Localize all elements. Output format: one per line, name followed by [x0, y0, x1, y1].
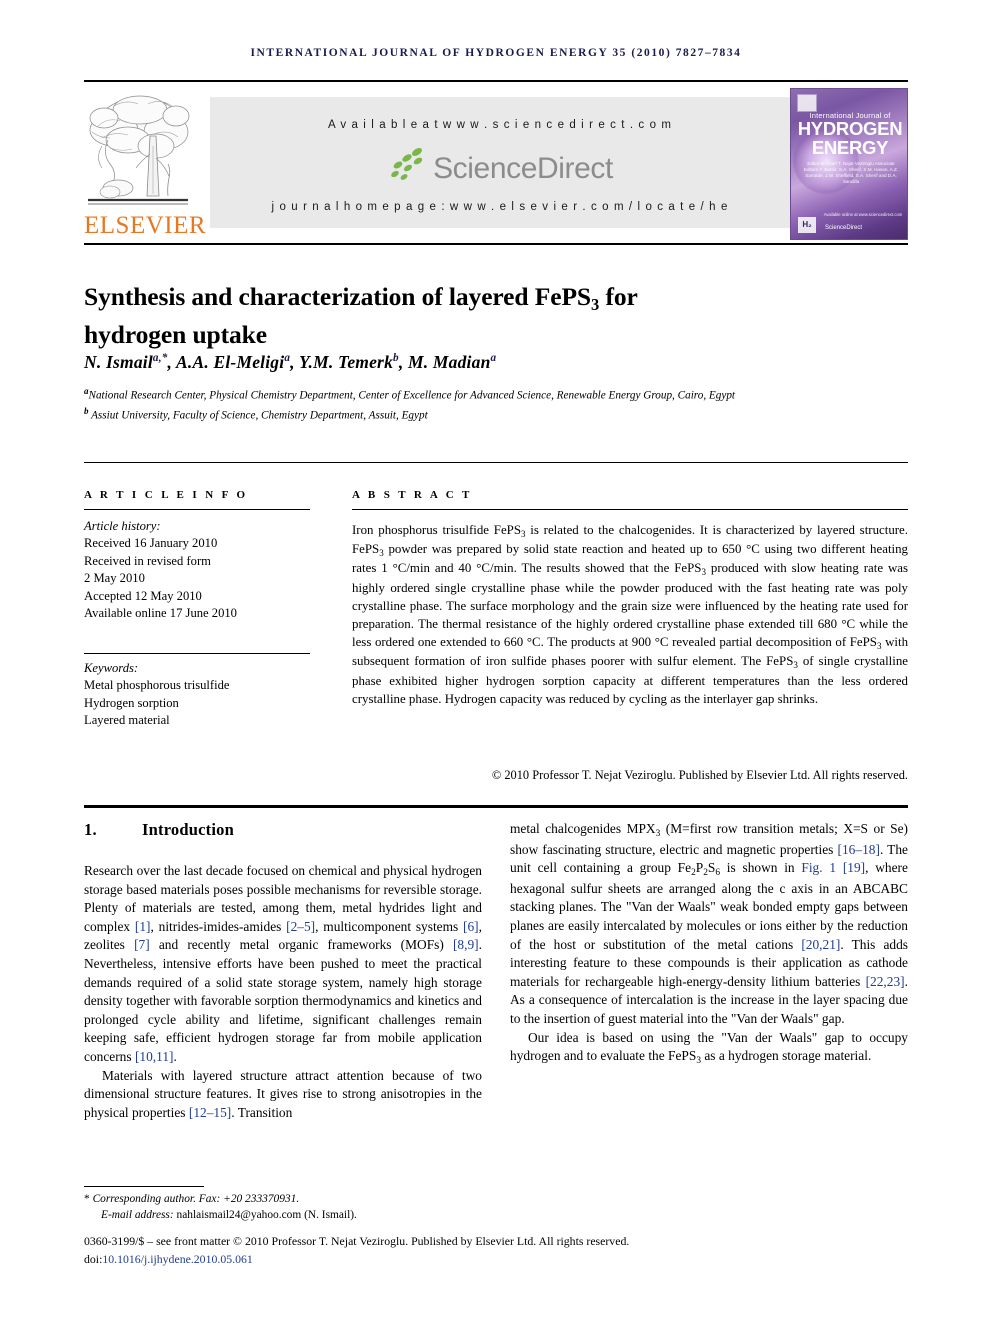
imprint-line: 0360-3199/$ – see front matter © 2010 Pr…	[84, 1234, 630, 1248]
email-line: E-mail address: nahlaismail24@yahoo.com …	[84, 1207, 504, 1223]
author-name: N. Ismail	[84, 352, 153, 372]
article-history-line: Received 16 January 2010	[84, 536, 218, 551]
section-title: Introduction	[142, 820, 234, 839]
author-affiliation-marker: a	[284, 352, 291, 365]
paragraph: Research over the last decade focused on…	[84, 863, 482, 1064]
article-history-heading: Article history:	[84, 519, 161, 533]
body-top-rule	[84, 805, 908, 808]
title-part2: hydrogen uptake	[84, 320, 267, 350]
keywords-rule	[84, 653, 310, 654]
cover-title-line2: ENERGY	[811, 137, 889, 158]
author-item[interactable]: Y.M. Temerkb	[299, 352, 399, 372]
masthead-top-rule	[84, 80, 908, 82]
running-head: International Journal of Hydrogen Energy…	[250, 47, 742, 59]
abstract-sub: 3	[521, 529, 526, 539]
journal-cover-thumbnail: International Journal of HYDROGEN ENERGY…	[790, 88, 908, 240]
journal-article-page: International Journal of Hydrogen Energy…	[0, 0, 992, 1323]
affiliation-marker: b	[84, 406, 89, 417]
imprint-block: 0360-3199/$ – see front matter © 2010 Pr…	[84, 1232, 908, 1268]
abstract-text: Iron phosphorus trisulfide FePS3 is rela…	[352, 521, 908, 708]
article-history-line: 2 May 2010	[84, 571, 145, 586]
email-label: E-mail address:	[101, 1209, 174, 1221]
article-info-rule	[84, 509, 310, 510]
abstract-copyright: © 2010 Professor T. Nejat Veziroglu. Pub…	[491, 768, 908, 782]
title-subscript: 3	[591, 295, 600, 315]
abstract-sub: 3	[876, 641, 882, 652]
keyword-item[interactable]: Layered material	[84, 712, 320, 729]
available-at-text: A v a i l a b l e a t w w w . s c i e n …	[327, 119, 673, 131]
elsevier-wordmark: ELSEVIER	[84, 212, 207, 239]
sciencedirect-logo[interactable]: ScienceDirect	[210, 147, 790, 191]
affiliation-item: b Assiut University, Faculty of Science,…	[84, 404, 908, 424]
masthead-bottom-rule	[84, 243, 908, 245]
article-history-line: Available online 17 June 2010	[84, 606, 237, 621]
affiliation-item: aNational Research Center, Physical Chem…	[84, 384, 908, 404]
cover-title: HYDROGEN ENERGY	[791, 118, 907, 158]
body-column-right: metal chalcogenides MPX3 (M=first row tr…	[510, 820, 908, 1068]
author-item[interactable]: N. Ismaila,*	[84, 352, 168, 372]
author-list: N. Ismaila,*, A.A. El-Meligia, Y.M. Teme…	[84, 352, 497, 372]
author-item[interactable]: M. Madiana	[408, 352, 496, 372]
author-affiliation-marker: a,*	[152, 352, 168, 365]
doi-link[interactable]: 10.1016/j.ijhydene.2010.05.061	[102, 1252, 252, 1266]
cover-sd-caption: Available online at www.sciencedirect.co…	[823, 212, 903, 217]
doi-line: doi:10.1016/j.ijhydene.2010.05.061	[84, 1250, 908, 1268]
paragraph: metal chalcogenides MPX3 (M=first row tr…	[510, 821, 908, 1026]
abstract-sub: 3	[379, 548, 384, 559]
email-owner: (N. Ismail).	[304, 1209, 357, 1221]
cover-title-line1: HYDROGEN	[797, 118, 903, 139]
journal-homepage-text[interactable]: j o u r n a l h o m e p a g e : w w w . …	[210, 201, 790, 213]
affiliation-text: National Research Center, Physical Chemi…	[88, 389, 736, 402]
keywords-block: Keywords: Metal phosphorous trisulfide H…	[84, 660, 320, 730]
email-link[interactable]: nahlaismail24@yahoo.com	[177, 1209, 302, 1221]
sciencedirect-leaves-icon	[387, 147, 429, 185]
paragraph: Materials with layered structure attract…	[84, 1067, 482, 1120]
footnote-asterisk: *	[84, 1193, 90, 1205]
abstract-sub: 3	[701, 567, 706, 578]
sciencedirect-wordmark: ScienceDirect	[433, 152, 613, 185]
article-history-line: Received in revised form	[84, 553, 211, 568]
affiliation-text: Assiut University, Faculty of Science, C…	[91, 409, 428, 422]
title-part1-tail: for	[599, 282, 638, 312]
masthead: ELSEVIER A v a i l a b l e a t w w w . s…	[84, 83, 908, 243]
abstract-seg: Iron phosphorus trisulfide FePS	[352, 523, 522, 537]
cover-h2-icon: H₂	[798, 217, 816, 233]
author-affiliation-marker: b	[393, 352, 399, 365]
doi-label: doi:	[84, 1252, 103, 1266]
keyword-item[interactable]: Hydrogen sorption	[84, 695, 320, 712]
affiliation-rule	[84, 462, 908, 463]
keywords-heading: Keywords:	[84, 661, 139, 675]
author-name: A.A. El-Meligi	[176, 352, 285, 372]
article-info-heading: A R T I C L E I N F O	[84, 489, 249, 501]
author-name: Y.M. Temerk	[298, 352, 394, 372]
abstract-sub: 3	[793, 660, 798, 671]
article-history: Article history: Received 16 January 201…	[84, 518, 320, 622]
footnote-rule	[84, 1186, 204, 1187]
cover-sciencedirect-mark: ScienceDirect	[825, 225, 863, 231]
corresponding-author-note: Corresponding author. Fax: +20 233370931…	[92, 1193, 300, 1205]
cover-elsevier-icon	[797, 94, 817, 112]
title-part1: Synthesis and characterization of layere…	[84, 282, 592, 312]
elsevier-logo: ELSEVIER	[84, 88, 207, 240]
affiliation-list: aNational Research Center, Physical Chem…	[84, 384, 908, 424]
section-number: 1.	[84, 820, 97, 839]
page-title: Synthesis and characterization of layere…	[84, 279, 784, 352]
cover-editors: Editor-in-Chief T. Nejat Veziroglu Assoc…	[803, 161, 899, 184]
article-history-line: Accepted 12 May 2010	[84, 588, 202, 603]
keyword-item[interactable]: Metal phosphorous trisulfide	[84, 677, 320, 694]
abstract-rule	[352, 509, 908, 510]
body-column-left: 1. Introduction Research over the last de…	[84, 820, 482, 1122]
section-heading-introduction: 1. Introduction	[84, 820, 482, 840]
paragraph: Our idea is based on using the "Van der …	[510, 1029, 908, 1067]
author-name: M. Madian	[407, 352, 491, 372]
footnote-block: * Corresponding author. Fax: +20 2333709…	[84, 1191, 504, 1223]
elsevier-tree-icon	[88, 95, 190, 205]
author-affiliation-marker: a	[490, 352, 497, 365]
author-item[interactable]: A.A. El-Meligia	[176, 352, 290, 372]
abstract-heading: A B S T R A C T	[352, 489, 473, 501]
sciencedirect-panel: A v a i l a b l e a t w w w . s c i e n …	[210, 97, 790, 228]
